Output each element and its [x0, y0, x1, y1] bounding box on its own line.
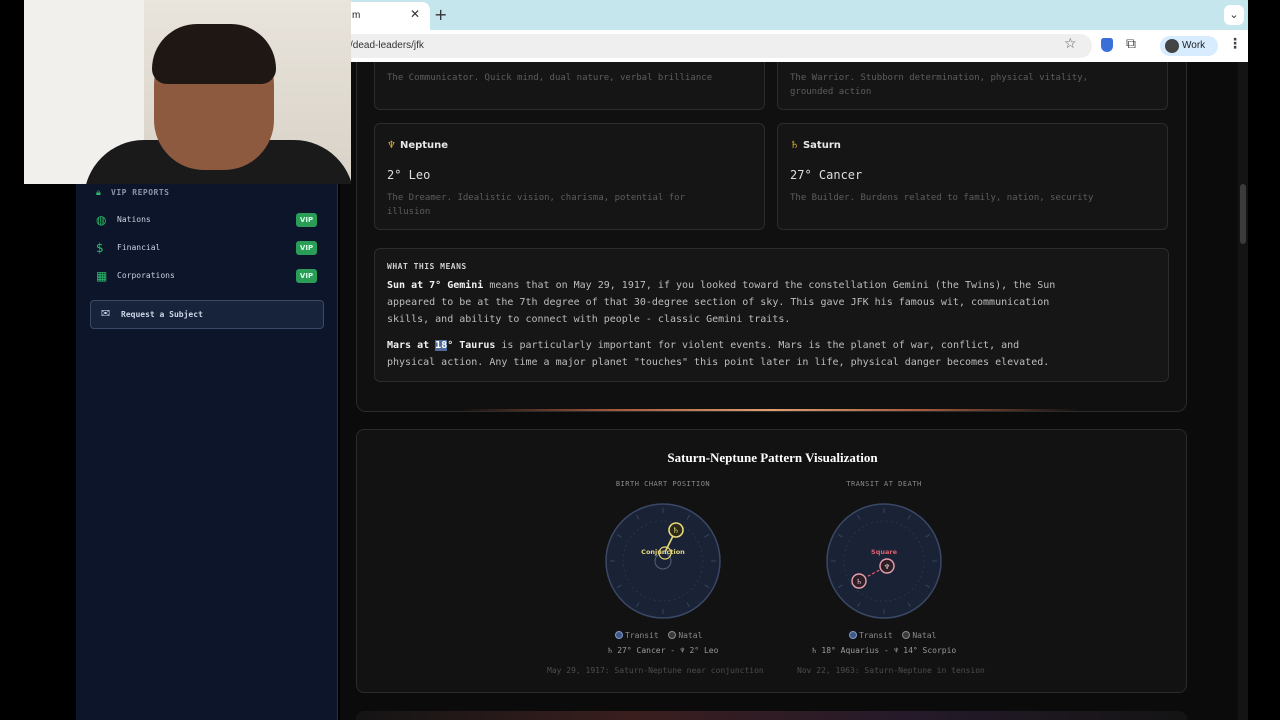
tab-strip	[340, 0, 1248, 30]
meaning-line: Sun at 7° Gemini means that on May 29, 1…	[387, 277, 1162, 294]
birth-chart-wheel: ♄ Conjunction	[605, 503, 721, 619]
sidebar-item-financial[interactable]: $ Financial VIP	[96, 241, 320, 257]
desktop-edge	[1248, 0, 1280, 720]
meaning-line: skills, and ability to connect with peop…	[387, 314, 791, 325]
tab-search-icon[interactable]: ⌄	[1224, 5, 1244, 25]
meaning-text: is particularly important for violent ev…	[495, 340, 1020, 351]
natal-dot	[902, 631, 911, 639]
transit-death-legend: Transit Natal	[849, 631, 936, 640]
birth-chart-caption: May 29, 1917: Saturn-Neptune near conjun…	[547, 666, 764, 675]
lock-icon: 🔒︎	[96, 188, 101, 198]
profile-label: Work	[1182, 40, 1206, 51]
meaning-bold: Sun at 7° Gemini	[387, 280, 484, 291]
transit-death-caption: Nov 22, 1963: Saturn-Neptune in tension	[797, 666, 985, 675]
vip-badge: VIP	[296, 241, 317, 255]
planet-name: Saturn	[802, 140, 841, 151]
meaning-line: physical action. Any time a major planet…	[387, 357, 1050, 368]
planet-position: 2° Leo	[387, 168, 431, 182]
legend-natal: Natal	[678, 631, 703, 640]
planet-card-saturn: ♄ Saturn 27° Cancer The Builder. Burdens …	[777, 123, 1168, 230]
sidebar-item-label: Corporations	[117, 271, 175, 280]
new-tab-icon[interactable]: +	[434, 5, 447, 24]
planet-description-line: grounded action	[790, 87, 872, 97]
transit-dot	[849, 631, 857, 639]
webcam-overlay	[24, 0, 351, 184]
puzzle-extension-icon[interactable]: ⧉	[1126, 36, 1136, 52]
vip-badge: VIP	[296, 269, 317, 283]
saturn-neptune-visualization: Saturn-Neptune Pattern Visualization BIR…	[356, 429, 1187, 693]
what-this-means-box: WHAT THIS MEANS Sun at 7° Gemini means t…	[374, 248, 1169, 382]
webcam-person-hair	[152, 24, 276, 84]
avatar	[1165, 39, 1179, 53]
planet-name: Neptune	[399, 140, 449, 151]
more-menu-icon[interactable]: ⋮	[1228, 36, 1242, 52]
saturn-glyph: ♄	[856, 578, 862, 586]
saturn-glyph: ♄	[672, 526, 679, 535]
transit-death-wheel: ♆ ♄ Square	[826, 503, 942, 619]
planet-card-mars: The Warrior. Stubborn determination, phy…	[777, 62, 1168, 110]
section-glow-divider	[460, 409, 1080, 411]
meaning-text: means that on May 29, 1917, if you looke…	[483, 280, 1056, 291]
sidebar-item-corporations[interactable]: ▦ Corporations VIP	[96, 269, 320, 285]
url-text: /dead-leaders/jfk	[350, 40, 424, 51]
legend-transit: Transit	[625, 631, 659, 640]
planet-position: 27° Cancer	[790, 168, 863, 182]
meaning-line: Mars at 18° Taurus is particularly impor…	[387, 337, 1162, 354]
meaning-bold: Mars at 18° Taurus	[387, 340, 495, 351]
legend-transit: Transit	[859, 631, 893, 640]
building-icon: ▦	[96, 269, 108, 283]
scrollbar[interactable]	[1238, 62, 1248, 720]
planet-card-mercury: The Communicator. Quick mind, dual natur…	[374, 62, 765, 110]
planet-heading: ♆ Neptune	[387, 140, 448, 151]
neptune-icon: ♆	[387, 140, 396, 151]
scrollbar-thumb[interactable]	[1240, 184, 1246, 244]
next-section-peek	[356, 711, 1187, 720]
tab-close-icon[interactable]: ✕	[410, 7, 420, 21]
transit-death-title: TRANSIT AT DEATH	[846, 480, 922, 488]
neptune-glyph: ♆	[884, 563, 890, 571]
transit-dot	[615, 631, 623, 639]
vip-badge: VIP	[296, 213, 317, 227]
square-label: Square	[871, 548, 898, 556]
birth-chart-legend: Transit Natal	[615, 631, 702, 640]
planet-description: The Communicator. Quick mind, dual natur…	[387, 73, 713, 83]
tab-title: m	[352, 10, 361, 21]
bookmark-star-icon[interactable]: ☆	[1064, 36, 1077, 52]
natal-dot	[668, 631, 677, 639]
selected-text[interactable]: 18	[435, 340, 448, 351]
meaning-bold-text: ° Taurus	[447, 340, 496, 351]
birth-chart-title: BIRTH CHART POSITION	[615, 480, 711, 488]
request-subject-label: Request a Subject	[121, 310, 203, 319]
sidebar-item-label: Financial	[117, 243, 161, 252]
planet-description-line: illusion	[387, 207, 431, 217]
visualization-title: Saturn-Neptune Pattern Visualization	[667, 450, 878, 465]
saturn-icon: ♄	[790, 140, 799, 151]
sidebar-section-title: VIP REPORTS	[111, 188, 170, 197]
dollar-icon: $	[96, 241, 104, 255]
meaning-bold-text: Mars at	[387, 340, 436, 351]
planet-description-line: The Builder. Burdens related to family, …	[790, 193, 1094, 203]
sidebar-item-label: Nations	[117, 215, 151, 224]
planet-card-neptune: ♆ Neptune 2° Leo The Dreamer. Idealistic …	[374, 123, 765, 230]
globe-icon: ◍	[96, 213, 107, 227]
address-bar[interactable]: /dead-leaders/jfk	[340, 34, 1092, 58]
planet-heading: ♄ Saturn	[790, 140, 841, 151]
sidebar-item-nations[interactable]: ◍ Nations VIP	[96, 213, 320, 229]
mail-icon: ✉	[101, 307, 111, 320]
planet-description-line: The Warrior. Stubborn determination, phy…	[790, 73, 1089, 83]
transit-death-positions: ♄ 18° Aquarius - ♆ 14° Scorpio	[811, 646, 957, 655]
legend-natal: Natal	[912, 631, 937, 640]
request-subject-button[interactable]: ✉ Request a Subject	[90, 300, 324, 329]
birth-chart-positions: ♄ 27° Cancer - ♆ 2° Leo	[607, 646, 719, 655]
conjunction-label: Conjunction	[641, 548, 685, 556]
planet-description-line: The Dreamer. Idealistic vision, charisma…	[387, 193, 686, 203]
screen: m ✕ + ⌄ /dead-leaders/jfk ☆ ⧉ Work ⋮ 🔒︎ …	[0, 0, 1280, 720]
meaning-line: appeared to be at the 7th degree of that…	[387, 297, 1050, 308]
shield-extension-icon[interactable]	[1101, 38, 1113, 52]
meaning-title: WHAT THIS MEANS	[387, 262, 467, 271]
sidebar	[76, 184, 338, 720]
